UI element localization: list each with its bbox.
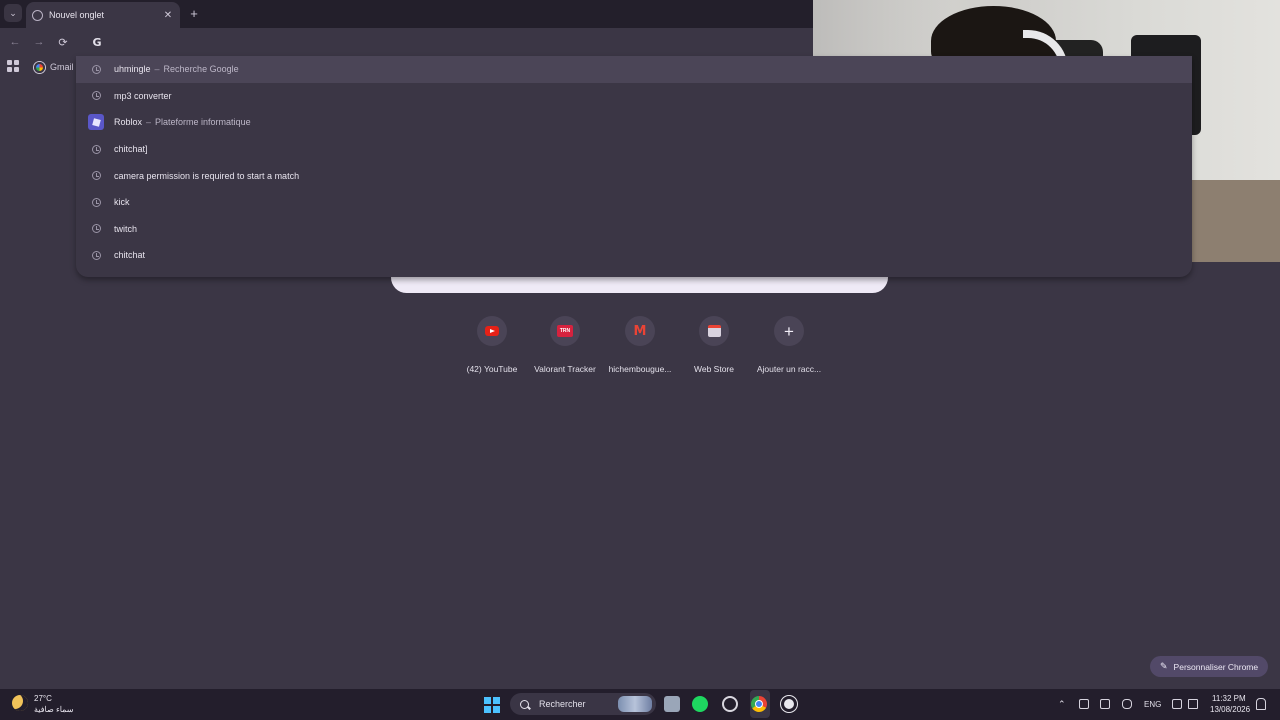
- clock-date[interactable]: 13/08/2026: [1210, 705, 1250, 714]
- suggestion-text: camera permission is required to start a…: [114, 170, 300, 181]
- notification-bell-icon[interactable]: [1256, 698, 1266, 710]
- obs-icon[interactable]: [781, 696, 797, 712]
- steam-icon[interactable]: [722, 696, 738, 712]
- bookmark-label: Gmail: [50, 62, 74, 72]
- language-indicator[interactable]: ENG: [1144, 689, 1161, 720]
- weather-moon-icon[interactable]: [12, 695, 28, 711]
- shortcut-valorant-tracker[interactable]: TRN Valorant Tracker: [533, 316, 597, 374]
- suggestion-description: Plateforme informatique: [155, 117, 251, 128]
- volume-icon[interactable]: [1188, 699, 1198, 709]
- microphone-icon[interactable]: [1122, 699, 1132, 709]
- windows-start-icon[interactable]: [484, 697, 500, 713]
- battery-icon[interactable]: [1079, 699, 1089, 709]
- suggestion-item[interactable]: camera permission is required to start a…: [76, 162, 1192, 189]
- tab-favicon-icon: [32, 9, 43, 21]
- history-icon: [88, 61, 104, 77]
- shortcut-youtube[interactable]: (42) YouTube: [460, 316, 524, 374]
- tray-overflow-chevron-icon[interactable]: ⌃: [1058, 689, 1066, 720]
- taskbar-search-label: Rechercher: [539, 699, 586, 709]
- shortcuts-grid: (42) YouTube TRN Valorant Tracker M hich…: [460, 316, 830, 376]
- suggestion-text: kick: [114, 197, 130, 208]
- suggestion-text: mp3 converter: [114, 90, 172, 101]
- tab-title: Nouvel onglet: [49, 10, 105, 20]
- shortcut-label: hichembougue...: [608, 364, 672, 374]
- shortcut-label: (42) YouTube: [466, 364, 518, 374]
- customize-chrome-button[interactable]: ✎ Personnaliser Chrome: [1150, 656, 1268, 677]
- shortcut-label: Valorant Tracker: [534, 364, 596, 374]
- gmail-icon: M: [633, 323, 647, 339]
- suggestion-separator: –: [146, 117, 152, 128]
- shortcut-gmail[interactable]: M hichembougue...: [608, 316, 672, 374]
- suggestion-item[interactable]: Roblox – Plateforme informatique: [76, 109, 1192, 136]
- apps-grid-icon[interactable]: [7, 60, 19, 72]
- google-icon: [34, 61, 45, 73]
- youtube-icon: [485, 326, 499, 336]
- search-icon: [520, 699, 529, 709]
- history-icon: [88, 88, 104, 104]
- trn-icon: TRN: [557, 325, 573, 337]
- file-explorer-icon[interactable]: [664, 696, 680, 712]
- history-icon: [88, 194, 104, 210]
- plus-icon: +: [784, 321, 794, 341]
- add-shortcut-button[interactable]: + Ajouter un racc...: [757, 316, 821, 374]
- customize-label: Personnaliser Chrome: [1173, 661, 1259, 672]
- suggestion-item[interactable]: twitch: [76, 216, 1192, 243]
- network-icon[interactable]: [1172, 699, 1182, 709]
- webstore-icon: [707, 325, 721, 337]
- suggestion-separator: –: [154, 64, 160, 75]
- roblox-icon: [88, 114, 104, 131]
- suggestion-item[interactable]: mp3 converter: [76, 83, 1192, 110]
- search-highlight-icon: [618, 696, 652, 712]
- google-icon: G: [92, 35, 102, 49]
- reload-button[interactable]: ⟳: [54, 33, 72, 51]
- history-icon: [88, 221, 104, 237]
- suggestion-item[interactable]: chitchat]: [76, 136, 1192, 163]
- suggestion-item[interactable]: chitchat: [76, 242, 1192, 269]
- bookmark-gmail[interactable]: Gmail: [34, 59, 74, 75]
- shortcut-label: Web Store: [693, 364, 734, 374]
- chrome-icon[interactable]: [751, 696, 767, 712]
- weather-temperature: 27°C: [34, 694, 52, 703]
- shortcut-web-store[interactable]: Web Store: [682, 316, 746, 374]
- onedrive-icon[interactable]: [1100, 699, 1110, 709]
- taskbar: 27°C سماء صافية Rechercher ⌃ ENG 11:32 P…: [0, 689, 1280, 720]
- suggestion-text: Roblox: [114, 117, 143, 128]
- suggestion-item[interactable]: kick: [76, 189, 1192, 216]
- tab-close-icon[interactable]: ✕: [162, 10, 174, 21]
- history-icon: [88, 141, 104, 157]
- history-icon: [88, 168, 104, 184]
- suggestion-item[interactable]: uhmingle – Recherche Google: [76, 56, 1192, 83]
- tab-new-tab[interactable]: Nouvel onglet ✕: [26, 2, 180, 28]
- suggestion-text: chitchat]: [114, 144, 148, 155]
- new-tab-button[interactable]: +: [186, 5, 202, 21]
- suggestion-description: Recherche Google: [163, 64, 239, 75]
- weather-description: سماء صافية: [34, 705, 74, 714]
- omnibox-suggestions: uhmingle – Recherche Google mp3 converter …: [76, 56, 1192, 277]
- tab-search-button[interactable]: ⌄: [4, 4, 22, 22]
- shortcut-label: Ajouter un racc...: [756, 364, 822, 374]
- forward-button[interactable]: →: [30, 33, 48, 51]
- clock-time[interactable]: 11:32 PM: [1212, 694, 1246, 703]
- taskbar-search[interactable]: Rechercher: [510, 693, 656, 715]
- suggestion-text: chitchat: [114, 250, 146, 261]
- history-icon: [88, 247, 104, 263]
- pencil-icon: ✎: [1160, 661, 1168, 671]
- back-button[interactable]: ←: [6, 33, 24, 51]
- suggestion-text: uhmingle: [114, 64, 151, 75]
- suggestion-text: twitch: [114, 223, 138, 234]
- spotify-icon[interactable]: [692, 696, 708, 712]
